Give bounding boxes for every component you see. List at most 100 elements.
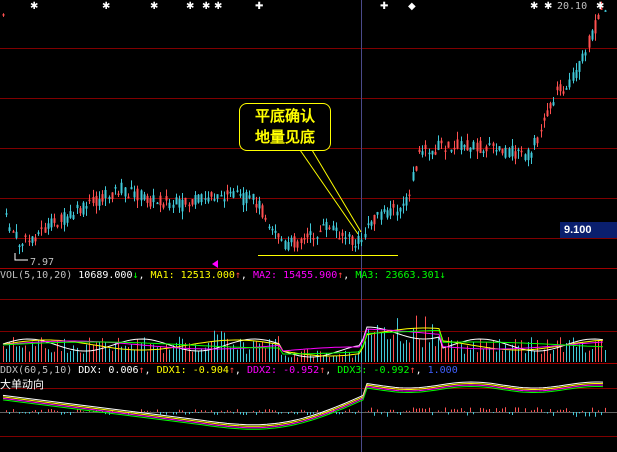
vol-indicator-name[interactable]: VOL(5,10,20) bbox=[0, 269, 72, 283]
candle-body bbox=[476, 142, 479, 152]
candle-body bbox=[264, 217, 267, 220]
candle-body bbox=[453, 147, 456, 150]
candle-body bbox=[463, 144, 466, 148]
candle-body bbox=[482, 151, 485, 153]
candle-body bbox=[428, 152, 431, 155]
candle-body bbox=[216, 194, 219, 199]
candle-body bbox=[588, 35, 591, 48]
candle-body bbox=[296, 241, 299, 248]
candle-body bbox=[72, 215, 75, 220]
candle-body bbox=[552, 102, 555, 106]
candle-body bbox=[527, 149, 530, 161]
candle-body bbox=[530, 152, 533, 158]
candle-body bbox=[520, 150, 523, 153]
candle-body bbox=[31, 236, 34, 243]
ma1-value: 12513.000 bbox=[180, 270, 235, 281]
candle-body bbox=[524, 154, 527, 161]
candle-body bbox=[181, 199, 184, 212]
annotation-pointer-line-2 bbox=[311, 149, 362, 233]
ddx3-value: -0.992 bbox=[373, 365, 410, 376]
candle-body bbox=[597, 14, 600, 20]
candle-body bbox=[373, 214, 376, 225]
svg-text:✱: ✱ bbox=[214, 1, 222, 12]
candle-body bbox=[469, 147, 472, 152]
candle-body bbox=[85, 206, 88, 209]
candle-body bbox=[143, 194, 146, 200]
candle-body bbox=[178, 199, 181, 208]
candle-body bbox=[152, 195, 155, 203]
candle-body bbox=[117, 193, 120, 196]
top-price-label: 20.10 bbox=[557, 1, 588, 12]
candle-body bbox=[572, 72, 575, 81]
candle-body bbox=[261, 205, 264, 218]
low-price-label: 7.97 bbox=[30, 257, 55, 268]
candle-body bbox=[312, 238, 315, 240]
candle-body bbox=[188, 204, 191, 207]
candle-body bbox=[367, 223, 370, 226]
candle-body bbox=[300, 238, 303, 244]
candle-body bbox=[8, 227, 11, 232]
candle-body bbox=[328, 227, 331, 230]
candle-body bbox=[168, 202, 171, 209]
ma3-value: 23663.301 bbox=[385, 270, 440, 281]
candle-body bbox=[424, 144, 427, 150]
candle-body bbox=[293, 236, 296, 248]
ddx-indicator-header[interactable]: DDX(60,5,10) DDX: 0.006 ↑ , DDX1: -0.904… bbox=[0, 364, 458, 378]
vol-indicator-header[interactable]: VOL(5,10,20) 10689.000 ↓ , MA1: 12513.00… bbox=[0, 269, 446, 283]
ddx-subtitle: 大单动向 bbox=[0, 378, 44, 391]
candle-body bbox=[194, 195, 197, 205]
candle-body bbox=[53, 218, 56, 223]
candle-body bbox=[159, 195, 162, 206]
candle-body bbox=[101, 194, 104, 202]
candle-body bbox=[127, 196, 130, 199]
candle-body bbox=[504, 147, 507, 158]
candle-body bbox=[556, 86, 559, 91]
candle-body bbox=[165, 196, 168, 201]
candle-body bbox=[248, 195, 251, 199]
svg-text:✱: ✱ bbox=[596, 1, 604, 12]
ma3-label: MA3: bbox=[355, 270, 380, 281]
candle-body bbox=[492, 143, 495, 146]
candle-body bbox=[271, 228, 274, 231]
candle-body bbox=[412, 172, 415, 181]
candle-body bbox=[63, 212, 66, 225]
annotation-pointer-line bbox=[299, 149, 359, 235]
ddx-label: DDX: bbox=[78, 365, 103, 376]
candle-body bbox=[255, 203, 258, 208]
candle-body bbox=[130, 187, 133, 190]
candle-body bbox=[133, 191, 136, 198]
svg-text:✱: ✱ bbox=[530, 1, 538, 12]
candle-body bbox=[204, 198, 207, 200]
candle-body bbox=[376, 212, 379, 215]
candle-body bbox=[332, 225, 335, 231]
ma2-value: 15455.900 bbox=[283, 270, 338, 281]
candle-body bbox=[60, 214, 63, 222]
candle-body bbox=[175, 197, 178, 205]
candle-body bbox=[156, 202, 159, 205]
candle-body bbox=[488, 143, 491, 145]
candle-body bbox=[322, 224, 325, 226]
svg-text:✚: ✚ bbox=[380, 1, 388, 12]
candle-body bbox=[184, 197, 187, 205]
candle-body bbox=[242, 193, 245, 206]
candle-body bbox=[460, 141, 463, 151]
candle-body bbox=[79, 208, 82, 214]
vol-value: 10689.000 bbox=[78, 270, 133, 281]
candle-body bbox=[386, 210, 389, 218]
candle-body bbox=[236, 190, 239, 192]
candle-body bbox=[47, 223, 50, 229]
candle-body bbox=[111, 192, 114, 200]
ddx-extra-value: 1.000 bbox=[427, 365, 458, 376]
candle-body bbox=[511, 145, 514, 157]
candle-body bbox=[447, 141, 450, 148]
stock-chart-canvas[interactable]: ✱ ✱ ✱ ✱ ✱ ✱ ✚ ✚ ◆ ✱ ✱ ✱ bbox=[0, 0, 617, 452]
candle-body bbox=[380, 211, 383, 220]
candle-body bbox=[95, 195, 98, 206]
ddx1-value: -0.904 bbox=[192, 365, 229, 376]
candle-body bbox=[466, 140, 469, 151]
candle-body bbox=[594, 20, 597, 34]
candle-body bbox=[402, 203, 405, 206]
ddx2-value: -0.952 bbox=[283, 365, 320, 376]
candle-body bbox=[172, 204, 175, 208]
ma2-label: MA2: bbox=[252, 270, 278, 281]
